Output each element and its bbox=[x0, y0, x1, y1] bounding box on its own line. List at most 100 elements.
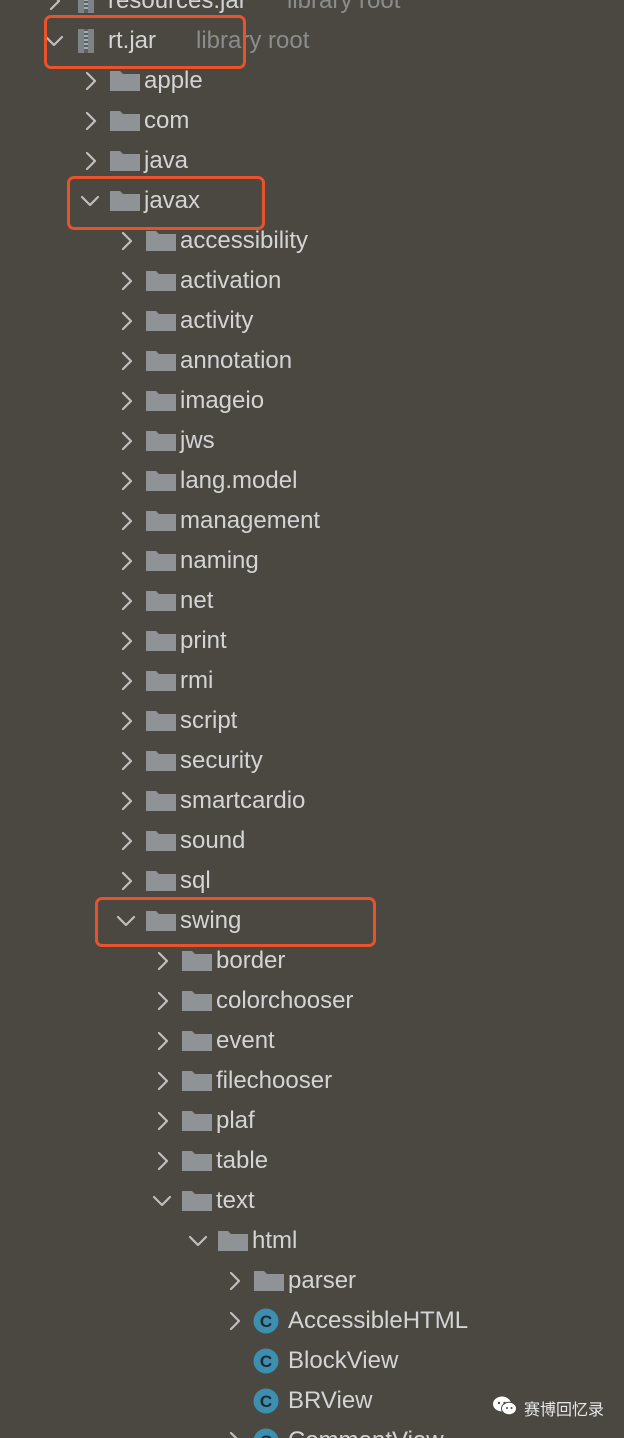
chevron-right-icon[interactable] bbox=[221, 1301, 249, 1341]
chevron-down-icon[interactable] bbox=[185, 1221, 213, 1261]
tree-row-label: imageio bbox=[180, 387, 265, 414]
chevron-down-icon[interactable] bbox=[113, 901, 141, 941]
tree-row-activity[interactable]: activity bbox=[0, 301, 624, 341]
tree-row-security[interactable]: security bbox=[0, 741, 624, 781]
chevron-right-icon[interactable] bbox=[113, 621, 141, 661]
chevron-right-icon[interactable] bbox=[149, 1141, 177, 1181]
tree-row-parser[interactable]: parser bbox=[0, 1261, 624, 1301]
tree-row-html[interactable]: html bbox=[0, 1221, 624, 1261]
tree-row-label: event bbox=[216, 1027, 275, 1054]
tree-row-colorchooser[interactable]: colorchooser bbox=[0, 981, 624, 1021]
tree-row-label: management bbox=[180, 507, 321, 534]
tree-row-label: html bbox=[252, 1227, 298, 1254]
tree-row-script[interactable]: script bbox=[0, 701, 624, 741]
tree-row-print[interactable]: print bbox=[0, 621, 624, 661]
tree-row-apple[interactable]: apple bbox=[0, 61, 624, 101]
chevron-right-icon[interactable] bbox=[149, 1021, 177, 1061]
tree-row-accessiblehtml[interactable]: C AccessibleHTML bbox=[0, 1301, 624, 1341]
tree-row-imageio[interactable]: imageio bbox=[0, 381, 624, 421]
chevron-right-icon[interactable] bbox=[149, 941, 177, 981]
tree-row-label: lang.model bbox=[180, 467, 298, 494]
folder-icon bbox=[180, 941, 214, 981]
tree-row-naming[interactable]: naming bbox=[0, 541, 624, 581]
folder-icon bbox=[108, 181, 142, 221]
chevron-right-icon[interactable] bbox=[113, 741, 141, 781]
tree-row-com[interactable]: com bbox=[0, 101, 624, 141]
chevron-right-icon[interactable] bbox=[221, 1421, 249, 1438]
tree-row-label: script bbox=[180, 707, 238, 734]
tree-row-table[interactable]: table bbox=[0, 1141, 624, 1181]
chevron-right-icon[interactable] bbox=[221, 1261, 249, 1301]
tree-row-border[interactable]: border bbox=[0, 941, 624, 981]
chevron-right-icon[interactable] bbox=[113, 421, 141, 461]
chevron-right-icon[interactable] bbox=[113, 341, 141, 381]
jar-archive-icon bbox=[72, 0, 106, 21]
tree-row-label: java bbox=[144, 147, 189, 174]
tree-row-activation[interactable]: activation bbox=[0, 261, 624, 301]
chevron-right-icon[interactable] bbox=[149, 1101, 177, 1141]
tree-row-swing[interactable]: swing bbox=[0, 901, 624, 941]
chevron-right-icon[interactable] bbox=[77, 61, 105, 101]
tree-row-management[interactable]: management bbox=[0, 501, 624, 541]
chevron-right-icon[interactable] bbox=[113, 261, 141, 301]
chevron-right-icon[interactable] bbox=[113, 821, 141, 861]
svg-text:C: C bbox=[260, 1432, 272, 1438]
chevron-right-icon[interactable] bbox=[113, 701, 141, 741]
chevron-down-icon[interactable] bbox=[77, 181, 105, 221]
chevron-right-icon[interactable] bbox=[113, 581, 141, 621]
chevron-right-icon[interactable] bbox=[149, 981, 177, 1021]
folder-icon bbox=[216, 1221, 250, 1261]
tree-row-label: filechooser bbox=[216, 1067, 333, 1094]
tree-row-annotation[interactable]: annotation bbox=[0, 341, 624, 381]
tree-row-label: BRView bbox=[288, 1387, 373, 1414]
tree-row-label: rmi bbox=[180, 667, 214, 694]
tree-row-sound[interactable]: sound bbox=[0, 821, 624, 861]
tree-row-label: naming bbox=[180, 547, 259, 574]
chevron-down-icon[interactable] bbox=[149, 1181, 177, 1221]
wechat-icon bbox=[492, 1395, 518, 1422]
chevron-right-icon[interactable] bbox=[113, 381, 141, 421]
chevron-right-icon[interactable] bbox=[77, 141, 105, 181]
tree-row-commentview[interactable]: C CommentView bbox=[0, 1421, 624, 1438]
library-root-label: library root bbox=[287, 0, 401, 14]
tree-row-label: table bbox=[216, 1147, 269, 1174]
tree-row-resources-jar[interactable]: resources.jar library root bbox=[0, 0, 624, 21]
chevron-right-icon[interactable] bbox=[41, 0, 69, 21]
folder-icon bbox=[144, 581, 178, 621]
tree-row-rt-jar[interactable]: rt.jar library root bbox=[0, 21, 624, 61]
folder-icon bbox=[144, 701, 178, 741]
folder-icon bbox=[108, 61, 142, 101]
chevron-right-icon[interactable] bbox=[77, 101, 105, 141]
chevron-right-icon[interactable] bbox=[113, 861, 141, 901]
tree-row-accessibility[interactable]: accessibility bbox=[0, 221, 624, 261]
tree-row-event[interactable]: event bbox=[0, 1021, 624, 1061]
chevron-right-icon[interactable] bbox=[113, 501, 141, 541]
tree-row-net[interactable]: net bbox=[0, 581, 624, 621]
tree-row-plaf[interactable]: plaf bbox=[0, 1101, 624, 1141]
tree-row-blockview[interactable]: C BlockView bbox=[0, 1341, 624, 1381]
chevron-right-icon[interactable] bbox=[113, 301, 141, 341]
tree-row-label: com bbox=[144, 107, 190, 134]
tree-row-filechooser[interactable]: filechooser bbox=[0, 1061, 624, 1101]
chevron-right-icon[interactable] bbox=[113, 781, 141, 821]
chevron-right-icon[interactable] bbox=[113, 661, 141, 701]
folder-icon bbox=[180, 1101, 214, 1141]
chevron-right-icon[interactable] bbox=[149, 1061, 177, 1101]
tree-row-jws[interactable]: jws bbox=[0, 421, 624, 461]
chevron-right-icon[interactable] bbox=[113, 461, 141, 501]
tree-row-java[interactable]: java bbox=[0, 141, 624, 181]
chevron-right-icon[interactable] bbox=[113, 541, 141, 581]
tree-row-text[interactable]: text bbox=[0, 1181, 624, 1221]
folder-icon bbox=[144, 341, 178, 381]
tree-row-javax[interactable]: javax bbox=[0, 181, 624, 221]
folder-icon bbox=[144, 901, 178, 941]
tree-row-label: apple bbox=[144, 67, 203, 94]
folder-icon bbox=[180, 981, 214, 1021]
tree-row-smartcardio[interactable]: smartcardio bbox=[0, 781, 624, 821]
chevron-down-icon[interactable] bbox=[41, 21, 69, 61]
chevron-right-icon[interactable] bbox=[113, 221, 141, 261]
tree-row-sql[interactable]: sql bbox=[0, 861, 624, 901]
tree-row-label: sql bbox=[180, 867, 211, 894]
tree-row-rmi[interactable]: rmi bbox=[0, 661, 624, 701]
tree-row-lang-model[interactable]: lang.model bbox=[0, 461, 624, 501]
